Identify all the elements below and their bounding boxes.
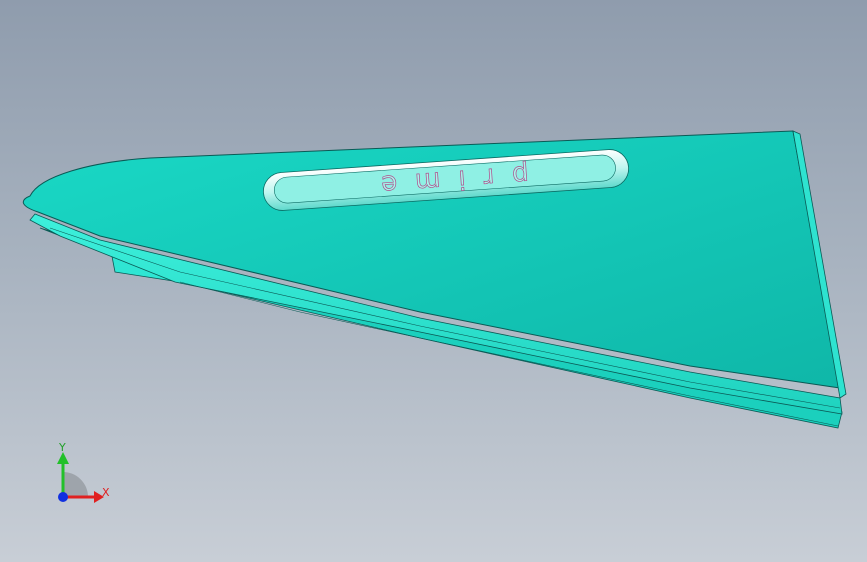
- z-axis-dot: [58, 492, 68, 502]
- x-axis-label: X: [102, 486, 110, 499]
- model-canvas[interactable]: prime Y X: [0, 0, 867, 562]
- y-axis-label: Y: [58, 441, 66, 454]
- graphics-viewport[interactable]: prime Y X: [0, 0, 867, 562]
- axis-triad: Y X: [57, 441, 110, 503]
- triad-plane-arc: [63, 472, 88, 497]
